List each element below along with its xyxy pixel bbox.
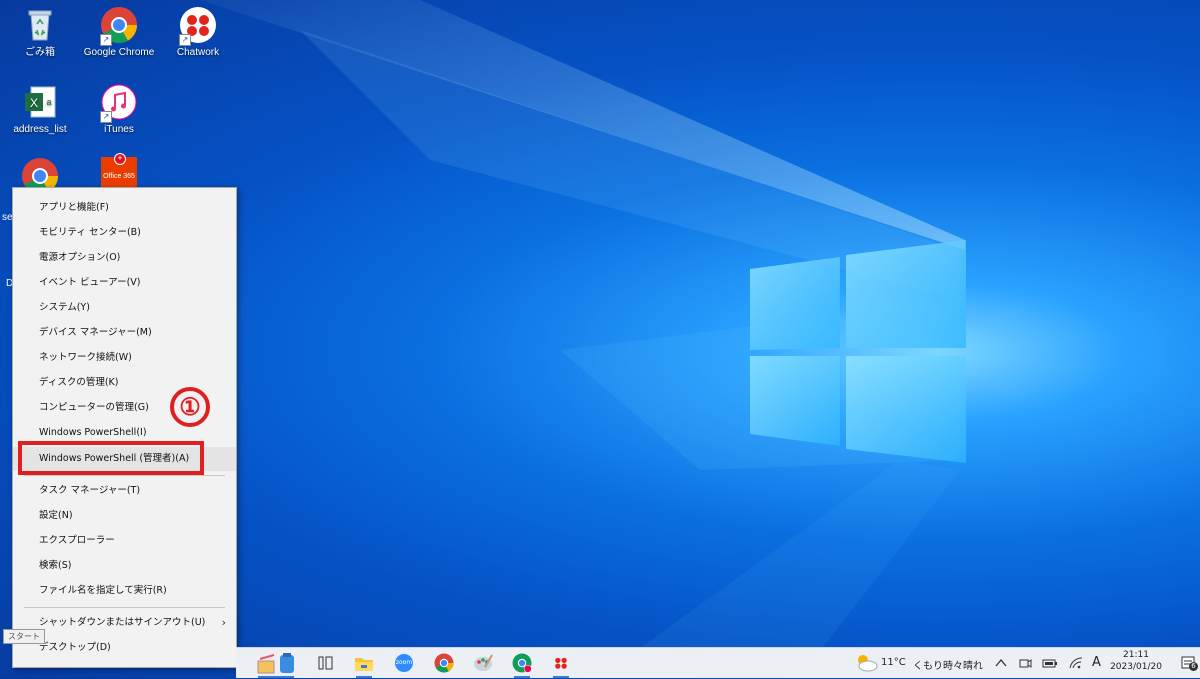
ime-indicator[interactable]: A: [1092, 655, 1101, 670]
chatwork-icon: ↗: [179, 6, 217, 46]
office-365-label: Office 365: [103, 173, 135, 180]
shortcut-arrow-icon: ↗: [100, 111, 112, 123]
taskbar: zoom 11°C くもり時々晴れ A 6: [236, 647, 1200, 678]
desktop-icon-recycle-bin[interactable]: ごみ箱: [4, 6, 76, 59]
menu-item-power-options[interactable]: 電源オプション(O): [13, 246, 236, 270]
chrome-icon: ↗: [100, 6, 138, 46]
file-explorer-icon[interactable]: [354, 653, 374, 678]
office-365-icon: Office 365 +: [101, 153, 137, 189]
desktop-icon-label: ごみ箱: [25, 47, 55, 58]
chevron-up-icon[interactable]: [994, 653, 1008, 673]
wifi-icon[interactable]: [1068, 653, 1084, 673]
clock-date: 2023/01/20: [1110, 662, 1162, 672]
menu-item-system[interactable]: システム(Y): [13, 296, 236, 320]
weather-cloudy-sun-icon[interactable]: [854, 653, 878, 673]
start-tooltip: スタート: [3, 629, 45, 644]
desktop-icon-google-chrome[interactable]: ↗ Google Chrome: [83, 6, 155, 59]
desktop-icon-address-list[interactable]: Xa address_list: [4, 83, 76, 136]
notepad-books-icon[interactable]: [256, 653, 296, 678]
quick-link-context-menu: アプリと機能(F) モビリティ センター(B) 電源オプション(O) イベント …: [12, 187, 237, 668]
battery-icon[interactable]: [1042, 653, 1058, 673]
taskbar-clock[interactable]: 21:11 2023/01/20: [1108, 649, 1164, 673]
meet-now-icon[interactable]: [1018, 653, 1032, 673]
menu-item-shutdown-signout[interactable]: シャットダウンまたはサインアウト(U) ›: [13, 611, 236, 635]
clock-time: 21:11: [1123, 650, 1149, 660]
menu-item-search[interactable]: 検索(S): [13, 554, 236, 578]
svg-text:a: a: [46, 97, 51, 107]
menu-item-network-connections[interactable]: ネットワーク接続(W): [13, 346, 236, 370]
shortcut-arrow-icon: ↗: [100, 34, 112, 46]
desktop-icon-label: iTunes: [104, 124, 134, 135]
menu-item-run[interactable]: ファイル名を指定して実行(R): [13, 579, 236, 603]
chrome-icon[interactable]: [434, 653, 454, 673]
desktop-icon-chatwork[interactable]: ↗ Chatwork: [162, 6, 234, 59]
menu-item-desktop[interactable]: デスクトップ(D): [13, 636, 236, 660]
itunes-icon: ↗: [100, 83, 138, 123]
notification-center-icon[interactable]: 6: [1181, 653, 1198, 673]
weather-condition[interactable]: くもり時々晴れ: [913, 657, 983, 672]
recycle-bin-icon: [21, 6, 59, 44]
desktop-icon-label: Chatwork: [176, 47, 220, 58]
chatwork-icon[interactable]: [551, 653, 571, 678]
chevron-right-icon: ›: [221, 616, 226, 629]
zoom-icon[interactable]: zoom: [394, 653, 414, 673]
menu-item-explorer[interactable]: エクスプローラー: [13, 529, 236, 553]
highlight-annotation-box: [18, 441, 204, 475]
desktop-icon-itunes[interactable]: ↗ iTunes: [83, 83, 155, 136]
menu-item-settings[interactable]: 設定(N): [13, 504, 236, 528]
excel-file-icon: Xa: [21, 83, 59, 121]
menu-item-mobility-center[interactable]: モビリティ センター(B): [13, 221, 236, 245]
partial-desktop-label: se: [2, 212, 13, 223]
shortcut-arrow-icon: ↗: [179, 34, 191, 46]
menu-item-task-manager[interactable]: タスク マネージャー(T): [13, 479, 236, 503]
weather-temperature[interactable]: 11°C: [881, 657, 906, 668]
plus-badge-icon: +: [114, 153, 126, 165]
menu-item-label: シャットダウンまたはサインアウト(U): [39, 617, 206, 628]
menu-separator: [24, 607, 225, 608]
svg-text:X: X: [30, 96, 38, 110]
menu-item-apps-features[interactable]: アプリと機能(F): [13, 196, 236, 220]
paint-icon[interactable]: [473, 653, 493, 673]
desktop-icon-label: Google Chrome: [83, 47, 155, 58]
chrome-profile-icon[interactable]: [512, 653, 532, 678]
menu-item-event-viewer[interactable]: イベント ビューアー(V): [13, 271, 236, 295]
zoom-label: zoom: [395, 659, 413, 666]
task-view-icon[interactable]: [316, 653, 336, 673]
notification-count-badge: 6: [1189, 662, 1198, 671]
menu-separator: [24, 475, 225, 476]
desktop-icon-label: address_list: [13, 124, 67, 135]
menu-item-device-manager[interactable]: デバイス マネージャー(M): [13, 321, 236, 345]
step-number-annotation: ①: [170, 387, 210, 427]
